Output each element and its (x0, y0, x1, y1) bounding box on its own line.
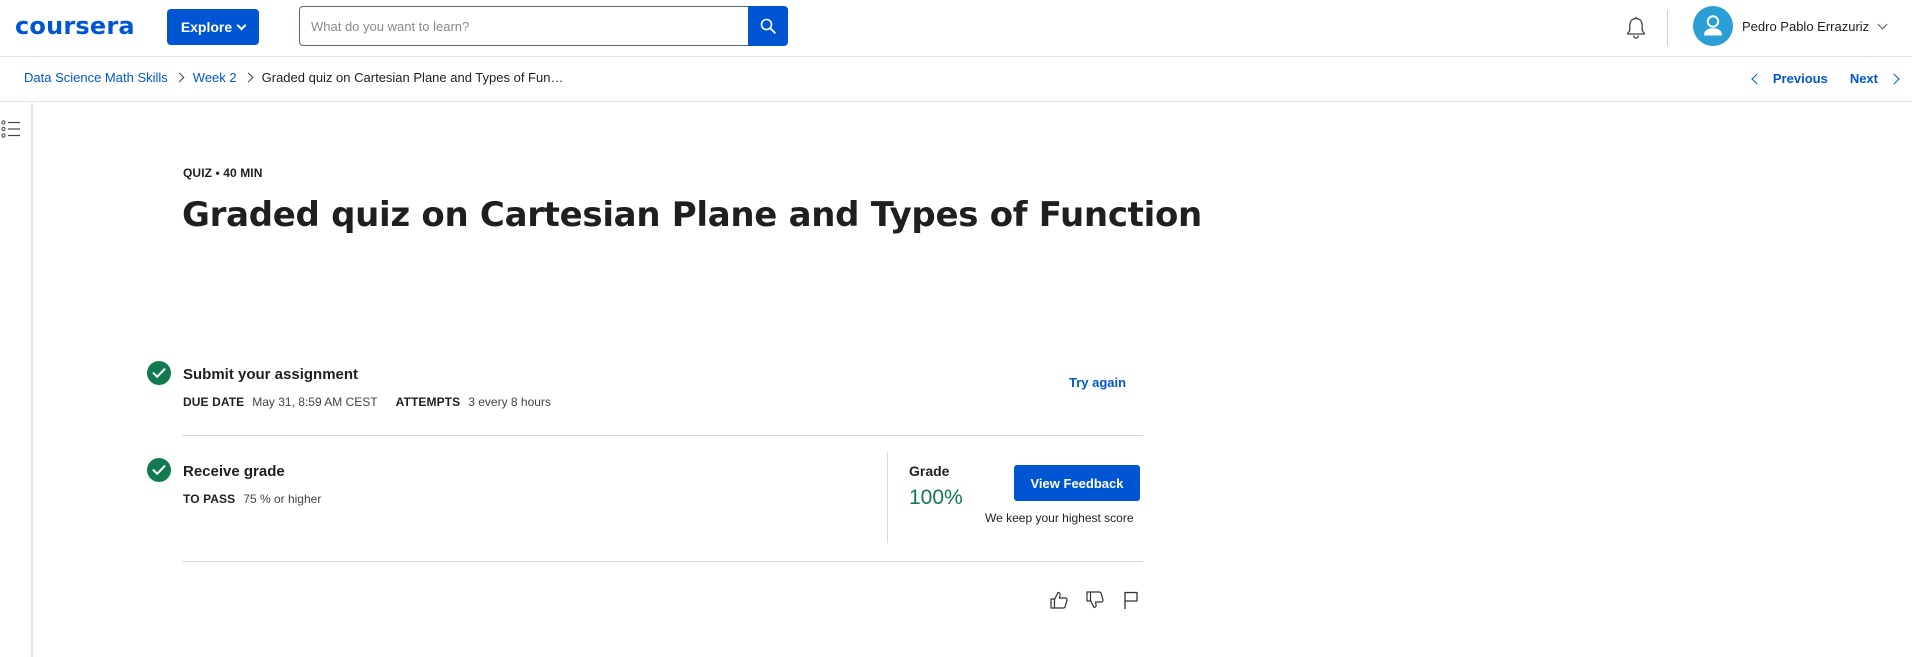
page-title: Graded quiz on Cartesian Plane and Types… (182, 195, 1202, 235)
user-name: Pedro Pablo Errazuriz (1742, 18, 1870, 34)
flag-icon (1124, 591, 1138, 609)
submit-step-title: Submit your assignment (183, 366, 359, 383)
course-outline-rail (0, 103, 33, 657)
chevron-right-icon (1888, 72, 1900, 85)
try-again-link[interactable]: Try again (1069, 375, 1126, 390)
attempts-label: ATTEMPTS (395, 395, 461, 409)
user-menu[interactable]: Pedro Pablo Errazuriz (1693, 6, 1888, 46)
thumbs-down-icon (1086, 591, 1104, 609)
quiz-meta: QUIZ • 40 MIN (183, 166, 263, 180)
section-divider (182, 561, 1143, 562)
next-button[interactable]: Next (1849, 71, 1900, 86)
previous-button[interactable]: Previous (1751, 71, 1828, 86)
notifications-button[interactable] (1622, 13, 1650, 43)
bell-icon (1626, 16, 1646, 39)
grade-step-meta: TO PASS 75 % or higher (183, 492, 339, 506)
chevron-right-icon (243, 72, 254, 83)
user-avatar-icon (1693, 6, 1733, 46)
breadcrumb: Data Science Math Skills Week 2 Graded q… (24, 70, 563, 85)
grade-step-title: Receive grade (183, 463, 285, 480)
thumbs-up-icon (1050, 591, 1068, 609)
next-label: Next (1849, 71, 1878, 86)
previous-label: Previous (1772, 71, 1828, 86)
item-navigation: Previous Next (1751, 71, 1900, 86)
list-icon (1, 120, 20, 138)
to-pass-value: 75 % or higher (243, 492, 322, 506)
due-date-label: DUE DATE (183, 395, 245, 409)
outline-toggle-button[interactable] (1, 120, 21, 138)
dislike-button[interactable] (1084, 589, 1106, 611)
checkmark-icon (147, 361, 171, 385)
keep-score-note: We keep your highest score (985, 511, 1134, 525)
chevron-down-icon (236, 20, 247, 30)
to-pass-label: TO PASS (183, 492, 236, 506)
breadcrumb-course[interactable]: Data Science Math Skills (24, 70, 168, 85)
like-button[interactable] (1048, 589, 1070, 611)
view-feedback-button[interactable]: View Feedback (1014, 465, 1140, 501)
grade-label: Grade (909, 463, 950, 479)
grade-value: 100% (909, 486, 963, 509)
search-bar (299, 6, 789, 46)
chevron-left-icon (1751, 72, 1763, 85)
top-header: coursera Explore Pedro Pablo Errazuriz (0, 0, 1912, 57)
feedback-actions (1048, 589, 1156, 611)
search-icon (760, 18, 776, 34)
chevron-down-icon (1877, 19, 1888, 29)
coursera-logo[interactable]: coursera (15, 12, 135, 40)
checkmark-icon (147, 458, 171, 482)
header-divider (1667, 10, 1668, 46)
grade-divider (887, 453, 888, 543)
submit-step-meta: DUE DATE May 31, 8:59 AM CEST ATTEMPTS 3… (183, 395, 569, 409)
explore-button[interactable]: Explore (167, 9, 259, 45)
breadcrumb-current: Graded quiz on Cartesian Plane and Types… (261, 70, 564, 85)
report-button[interactable] (1120, 589, 1142, 611)
breadcrumb-week[interactable]: Week 2 (193, 70, 237, 85)
search-input[interactable] (299, 6, 749, 46)
explore-label: Explore (180, 19, 233, 35)
due-date-value: May 31, 8:59 AM CEST (252, 395, 378, 409)
search-button[interactable] (748, 6, 788, 46)
chevron-right-icon (174, 72, 185, 83)
breadcrumb-bar: Data Science Math Skills Week 2 Graded q… (0, 58, 1912, 102)
section-divider (182, 435, 1143, 436)
attempts-value: 3 every 8 hours (468, 395, 551, 409)
